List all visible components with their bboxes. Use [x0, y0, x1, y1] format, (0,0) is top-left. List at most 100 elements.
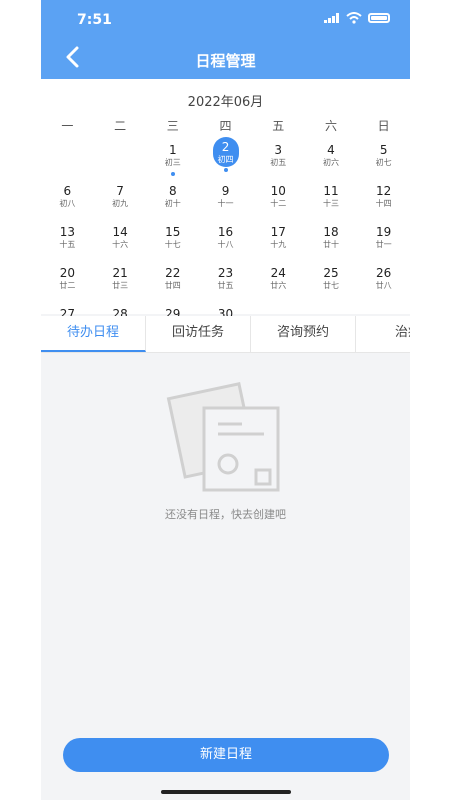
weekday-label: 一	[61, 119, 74, 133]
weekday-label: 五	[272, 119, 285, 133]
lunar-date: 廿二	[59, 281, 76, 290]
empty-state-text: 还没有日程，快去创建吧	[165, 508, 286, 521]
calendar-week-row: 6 初八 7 初九 8 初十 9 十一 10 十二 11 十三 12 十四	[41, 184, 410, 225]
calendar: 2022年06月 一二三四五六日 1 初三 2 初四 3 初五 4 初六 5 初七 6 初八 7 初九 8 初…	[41, 79, 410, 331]
calendar-day-5[interactable]: 5 初七	[357, 143, 410, 184]
lunar-date: 初八	[59, 199, 76, 208]
lunar-date: 廿一	[375, 240, 392, 249]
weekday-label: 六	[324, 119, 337, 133]
page-title: 日程管理	[195, 52, 256, 70]
calendar-day-21[interactable]: 21 廿三	[94, 266, 147, 307]
calendar-day-2[interactable]: 2 初四	[199, 137, 252, 184]
weekday-label: 日	[377, 119, 390, 133]
lunar-date: 十四	[375, 199, 392, 208]
calendar-day-17[interactable]: 17 十九	[252, 225, 305, 266]
calendar-day-9[interactable]: 9 十一	[199, 184, 252, 225]
day-number: 2	[221, 139, 230, 154]
day-number: 14	[112, 225, 128, 239]
calendar-day-12[interactable]: 12 十四	[357, 184, 410, 225]
tab-0[interactable]: 待办日程	[41, 316, 146, 352]
day-number: 17	[270, 225, 286, 239]
lunar-date: 十七	[164, 240, 181, 249]
lunar-date: 廿四	[164, 281, 181, 290]
calendar-day-10[interactable]: 10 十二	[252, 184, 305, 225]
lunar-date: 廿七	[322, 281, 339, 290]
weekday-header: 一二三四五六日	[41, 117, 410, 134]
day-number: 7	[116, 184, 124, 198]
calendar-day-25[interactable]: 25 廿七	[305, 266, 358, 307]
lunar-date: 初七	[375, 158, 392, 167]
day-number: 19	[376, 225, 392, 239]
lunar-date: 十一	[217, 199, 234, 208]
calendar-day-6[interactable]: 6 初八	[41, 184, 94, 225]
calendar-day-18[interactable]: 18 廿十	[305, 225, 358, 266]
empty-schedule-illustration-icon	[166, 382, 280, 492]
day-number: 4	[327, 143, 335, 157]
lunar-date: 十九	[270, 240, 287, 249]
day-number: 11	[323, 184, 339, 198]
lunar-date: 十五	[59, 240, 76, 249]
battery-icon	[368, 13, 390, 23]
day-number: 3	[274, 143, 283, 157]
tab-3[interactable]: 治疗	[356, 316, 410, 352]
tab-bar: 待办日程回访任务咨询预约治疗	[41, 316, 410, 353]
tab-1[interactable]: 回访任务	[146, 316, 251, 352]
lunar-date: 初六	[322, 158, 339, 167]
event-indicator-dot	[223, 168, 228, 172]
create-schedule-button[interactable]: 新建日程	[63, 738, 389, 772]
day-number: 9	[221, 184, 230, 198]
calendar-day-20[interactable]: 20 廿二	[41, 266, 94, 307]
home-indicator	[161, 790, 291, 794]
lunar-date: 十八	[217, 240, 234, 249]
calendar-day-23[interactable]: 23 廿五	[199, 266, 252, 307]
lunar-date: 初九	[112, 199, 129, 208]
weekday-label: 四	[219, 119, 232, 133]
day-number: 12	[376, 184, 392, 198]
status-time: 7:51	[77, 12, 112, 28]
day-number: 20	[59, 266, 75, 280]
calendar-day-11[interactable]: 11 十三	[305, 184, 358, 225]
calendar-day-14[interactable]: 14 十六	[94, 225, 147, 266]
day-number: 5	[379, 143, 388, 157]
calendar-day-13[interactable]: 13 十五	[41, 225, 94, 266]
weekday-label: 三	[166, 119, 179, 133]
calendar-day-4[interactable]: 4 初六	[305, 143, 358, 184]
calendar-day-26[interactable]: 26 廿八	[357, 266, 410, 307]
lunar-date: 初五	[270, 158, 287, 167]
calendar-week-row: 13 十五 14 十六 15 十七 16 十八 17 十九 18 廿十 19 廿一	[41, 225, 410, 266]
signal-icon	[324, 13, 339, 23]
calendar-day-16[interactable]: 16 十八	[199, 225, 252, 266]
calendar-empty-cell	[41, 143, 94, 184]
calendar-day-24[interactable]: 24 廿六	[252, 266, 305, 307]
app-header: 7:51 日程管理	[41, 0, 410, 79]
day-number: 6	[63, 184, 72, 198]
status-icons	[324, 12, 390, 24]
calendar-day-3[interactable]: 3 初五	[252, 143, 305, 184]
calendar-day-22[interactable]: 22 廿四	[146, 266, 199, 307]
day-number: 21	[112, 266, 128, 280]
calendar-month-label: 2022年06月	[187, 95, 264, 110]
wifi-icon	[346, 12, 362, 24]
lunar-date: 廿五	[217, 281, 234, 290]
day-number: 24	[270, 266, 286, 280]
calendar-day-19[interactable]: 19 廿一	[357, 225, 410, 266]
calendar-day-15[interactable]: 15 十七	[146, 225, 199, 266]
day-number: 22	[165, 266, 181, 280]
weekday-label: 二	[114, 119, 127, 133]
lunar-date: 十六	[112, 240, 129, 249]
lunar-date: 廿八	[375, 281, 392, 290]
lunar-date: 初十	[164, 199, 181, 208]
day-number: 13	[59, 225, 75, 239]
day-number: 18	[323, 225, 339, 239]
day-number: 16	[217, 225, 234, 239]
day-number: 10	[270, 184, 286, 198]
calendar-empty-cell	[94, 143, 147, 184]
calendar-day-8[interactable]: 8 初十	[146, 184, 199, 225]
day-number: 26	[376, 266, 392, 280]
calendar-day-1[interactable]: 1 初三	[146, 143, 199, 184]
tab-2[interactable]: 咨询预约	[251, 316, 356, 352]
today-highlight: 2 初四	[212, 137, 239, 167]
calendar-day-7[interactable]: 7 初九	[94, 184, 147, 225]
lunar-date: 初三	[164, 158, 181, 167]
day-number: 8	[168, 184, 177, 198]
